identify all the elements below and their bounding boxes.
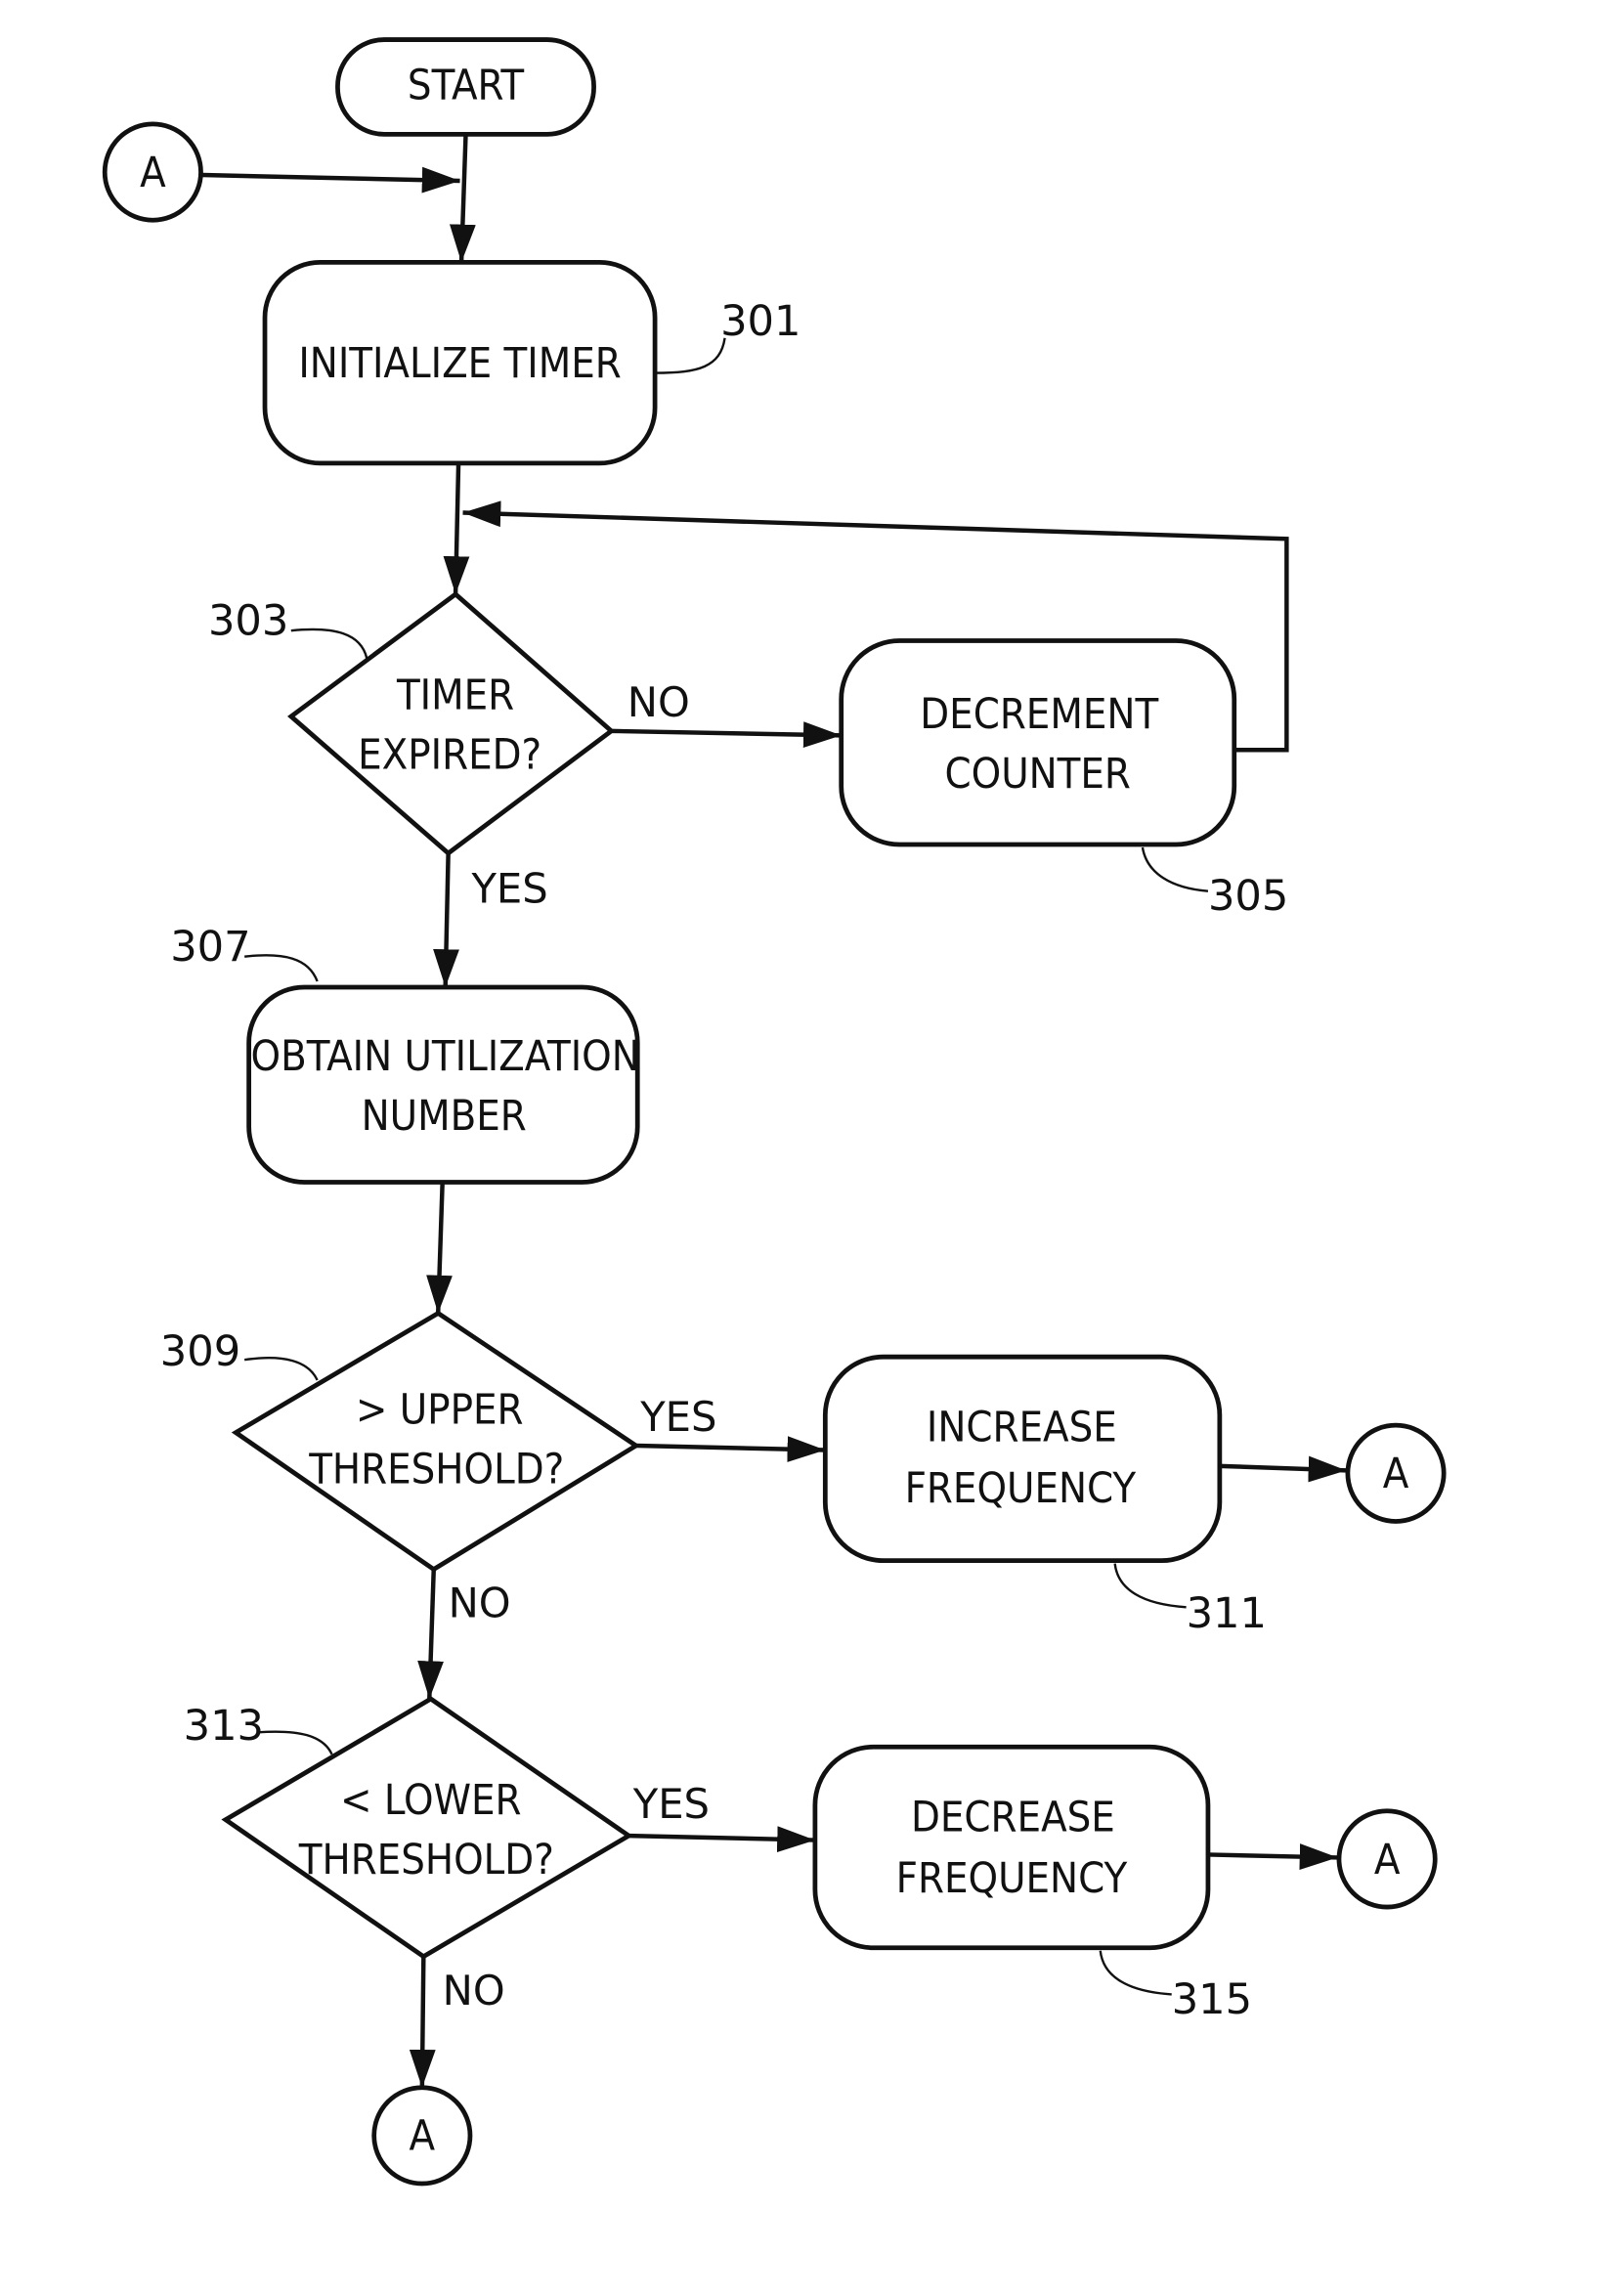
start-node: START bbox=[335, 37, 596, 137]
init-timer-label: INITIALIZE TIMER bbox=[298, 339, 621, 388]
ref-301: 301 bbox=[720, 297, 800, 346]
ref-305: 305 bbox=[1208, 872, 1288, 921]
ref-leader-311 bbox=[1113, 1563, 1187, 1609]
decrement-counter-node: DECREMENT COUNTER bbox=[839, 638, 1237, 847]
ref-leader-313 bbox=[257, 1730, 333, 1755]
edge-decrease-to-connector bbox=[1207, 1843, 1338, 1870]
ref-leader-307 bbox=[244, 954, 319, 982]
obtain-line1: OBTAIN UTILIZATION bbox=[251, 1032, 640, 1081]
edge-label-upper-no: NO bbox=[449, 1580, 511, 1627]
ref-307: 307 bbox=[170, 923, 250, 972]
ref-leader-309 bbox=[243, 1356, 319, 1381]
lower-line1: < LOWER bbox=[340, 1776, 521, 1825]
increase-line2: FREQUENCY bbox=[905, 1464, 1137, 1513]
edge-lower-yes-to-decrease bbox=[628, 1826, 815, 1853]
ref-311: 311 bbox=[1187, 1589, 1267, 1638]
ref-315: 315 bbox=[1172, 1975, 1252, 2024]
edge-obtain-to-upper bbox=[426, 1182, 453, 1314]
upper-line1: > UPPER bbox=[356, 1386, 524, 1435]
connector-label: A bbox=[140, 149, 166, 197]
edge-timer-no-to-decrement bbox=[611, 721, 842, 749]
edge-label-lower-no: NO bbox=[443, 1967, 505, 2014]
connector-a-after-increase: A bbox=[1345, 1422, 1447, 1524]
lower-threshold-decision: < LOWER THRESHOLD? bbox=[221, 1696, 633, 1960]
decrement-line1: DECREMENT bbox=[920, 690, 1158, 739]
obtain-utilization-node: OBTAIN UTILIZATION NUMBER bbox=[246, 984, 640, 1185]
decrement-line2: COUNTER bbox=[945, 750, 1131, 799]
edge-upper-no-to-lower bbox=[417, 1569, 444, 1700]
connector-label: A bbox=[410, 2112, 436, 2161]
decrease-line2: FREQUENCY bbox=[896, 1854, 1128, 1903]
edge-upper-yes-to-increase bbox=[635, 1436, 826, 1462]
init-timer-node: INITIALIZE TIMER bbox=[262, 260, 658, 466]
connector-label: A bbox=[1374, 1836, 1401, 1884]
increase-line1: INCREASE bbox=[927, 1404, 1117, 1452]
flowchart: START A INITIALIZE TIMER 301 TIMER EXPIR… bbox=[102, 37, 1447, 2187]
ref-313: 313 bbox=[184, 1702, 264, 1751]
timer-expired-line2: EXPIRED? bbox=[358, 731, 541, 780]
edge-increase-to-connector bbox=[1219, 1455, 1347, 1483]
edge-label-lower-yes: YES bbox=[632, 1780, 710, 1828]
lower-line2: THRESHOLD? bbox=[298, 1836, 554, 1884]
ref-303: 303 bbox=[208, 597, 288, 646]
start-label: START bbox=[408, 62, 524, 110]
ref-309: 309 bbox=[160, 1327, 240, 1376]
ref-leader-301 bbox=[655, 337, 726, 374]
edge-timer-yes-to-obtain bbox=[433, 852, 459, 988]
decrease-frequency-node: DECREASE FREQUENCY bbox=[812, 1744, 1211, 1951]
edge-label-timer-yes: YES bbox=[470, 865, 547, 913]
edge-start-to-init bbox=[449, 134, 476, 263]
connector-a-entry: A bbox=[102, 121, 203, 223]
ref-leader-305 bbox=[1141, 846, 1209, 892]
obtain-line2: NUMBER bbox=[362, 1092, 527, 1141]
ref-leader-303 bbox=[290, 628, 368, 659]
increase-frequency-node: INCREASE FREQUENCY bbox=[822, 1354, 1223, 1564]
upper-threshold-decision: > UPPER THRESHOLD? bbox=[231, 1310, 641, 1573]
edge-label-timer-no: NO bbox=[627, 678, 690, 726]
decrease-line1: DECREASE bbox=[911, 1794, 1115, 1842]
ref-leader-315 bbox=[1099, 1950, 1172, 1996]
edge-lower-no-to-connector bbox=[409, 1956, 436, 2088]
connector-label: A bbox=[1383, 1450, 1409, 1498]
timer-expired-line1: TIMER bbox=[396, 671, 514, 720]
upper-line2: THRESHOLD? bbox=[308, 1446, 564, 1495]
connector-a-after-decrease: A bbox=[1336, 1808, 1438, 1910]
connector-a-after-lower-no: A bbox=[371, 2085, 473, 2187]
edge-entry-to-main bbox=[201, 166, 460, 194]
edge-label-upper-yes: YES bbox=[639, 1393, 716, 1441]
edge-init-to-timer-expired bbox=[443, 462, 470, 594]
